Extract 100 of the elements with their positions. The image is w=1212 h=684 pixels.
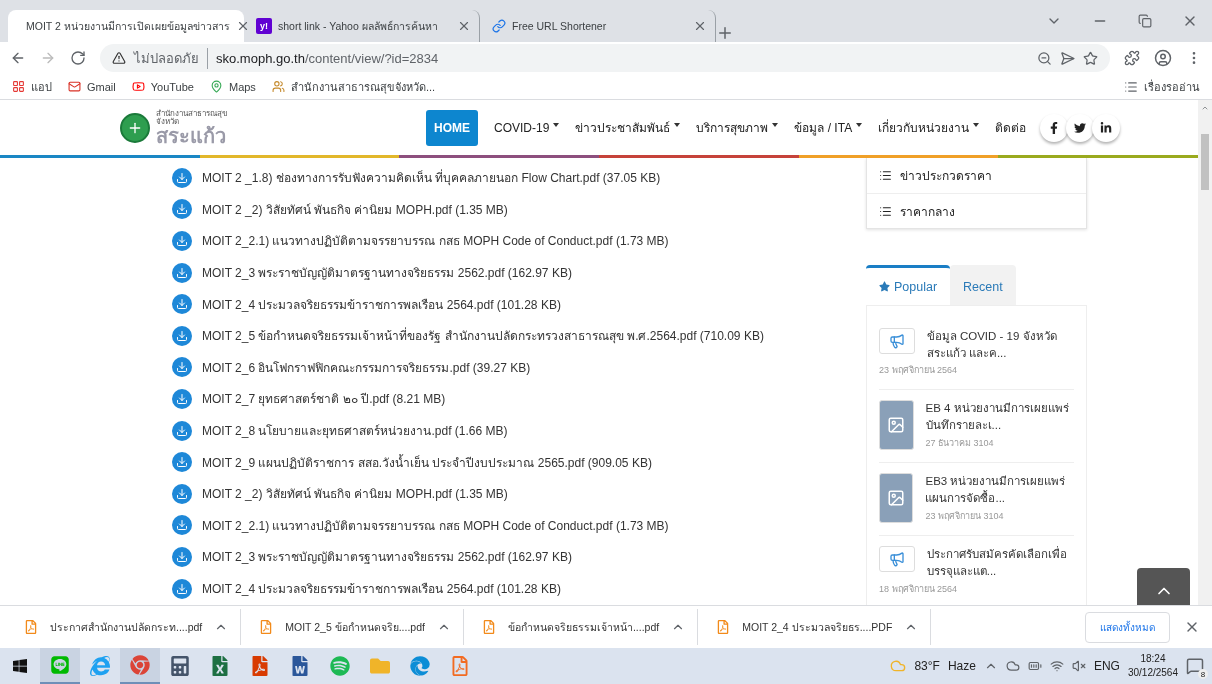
file-link[interactable]: MOIT 2_2.1) แนวทางปฏิบัติตามจรรยาบรรณ กสธ MOPH Code of Conduct.pdf (1.73 MB)	[202, 231, 669, 251]
file-link[interactable]: MOIT 2_6 อินโฟกราฟฟิกคณะกรรมการจริยธรรม.pdf (39.27 KB)	[202, 357, 531, 377]
pdf-file-icon	[716, 620, 731, 634]
file-link[interactable]: MOIT 2 _2) วิสัยทัศน์ พันธกิจ ค่านิยม MOPH.pdf (1.35 MB)	[202, 199, 508, 219]
bookmark-link[interactable]: YouTube	[150, 80, 194, 93]
notification-icon[interactable]	[1186, 657, 1204, 675]
download-icon	[172, 262, 192, 283]
start-icon[interactable]	[12, 658, 28, 674]
widget-tab[interactable]: Recent	[950, 265, 1016, 305]
download-icon	[172, 515, 192, 536]
nav-link[interactable]: บริการสุขภาพ	[696, 118, 779, 137]
new-tab-icon[interactable]	[716, 24, 734, 42]
list-icon	[879, 169, 892, 182]
bookmark-link[interactable]: Maps	[228, 80, 256, 93]
pdf-file-icon	[24, 620, 38, 634]
megaphone-icon	[879, 328, 915, 354]
file-link[interactable]: MOIT 2_8 นโยบายและยุทธศาสตร์หน่วยงาน.pdf (1.66 MB)	[202, 421, 508, 441]
bird-icon[interactable]	[1066, 113, 1095, 142]
notification-count: 8	[1198, 669, 1208, 679]
language-text[interactable]: ENG	[1093, 659, 1120, 673]
post-title[interactable]: EB 4 หน่วยงานมีการเผยแพร่บันทึกรายละเ...	[925, 400, 1074, 434]
post-title[interactable]: ข้อมูล COVID - 19 จังหวัดสระแก้ว และค...	[926, 328, 1074, 362]
zoom-out-icon[interactable]	[1037, 50, 1052, 66]
nav-link[interactable]: COVID-19	[494, 120, 560, 135]
show-all-button[interactable]: แสดงทั้งหมด	[1085, 611, 1170, 643]
map-pin-icon	[209, 80, 223, 93]
address-bar[interactable]: ไม่ปลอดภัย sko.moph.go.th/content/view/?id=2834	[100, 44, 1110, 72]
download-icon	[172, 546, 192, 567]
cloud-icon[interactable]	[1005, 659, 1020, 673]
nav-link[interactable]: ข่าวประชาสัมพันธ์	[575, 118, 681, 137]
download-item[interactable]: MOIT 2_4 ประมวลจริยธร....PDF	[708, 609, 932, 645]
clock[interactable]: 18:24 30/12/2564	[1127, 652, 1178, 680]
download-item[interactable]: ข้อกำหนดจริยธรรมเจ้าหน้า....pdf	[473, 609, 699, 645]
download-item[interactable]: ประกาศสำนักงานปลัดกระท....pdf	[16, 609, 242, 645]
restore-icon[interactable]	[1138, 13, 1152, 29]
file-link[interactable]: MOIT 2_3 พระราชบัญญัติมาตรฐานทางจริยธรรม 2562.pdf (162.97 KB)	[202, 547, 572, 567]
file-link[interactable]: MOIT 2_4 ประมวลจริยธรรมข้าราชการพลเรือน 2564.pdf (101.28 KB)	[202, 579, 561, 598]
wifi-icon[interactable]	[1049, 659, 1064, 673]
file-link[interactable]: MOIT 2_4 ประมวลจริยธรรมข้าราชการพลเรือน 2564.pdf (101.28 KB)	[202, 294, 561, 314]
post-title[interactable]: ประกาศรับสมัครคัดเลือกเพื่อบรรจุและแต...	[926, 546, 1074, 580]
file-link[interactable]: MOIT 2_2.1) แนวทางปฏิบัติตามจรรยาบรรณ กสธ MOPH Code of Conduct.pdf (1.73 MB)	[202, 515, 669, 535]
sidebar-link[interactable]: ข่าวประกวดราคา	[900, 166, 992, 185]
music-app-icon	[330, 656, 350, 676]
mute-icon[interactable]	[1071, 659, 1086, 673]
user-icon[interactable]	[1154, 49, 1172, 67]
send-icon[interactable]	[1060, 50, 1075, 66]
url-text: sko.moph.go.th/content/view/?id=2834	[216, 50, 439, 66]
file-link[interactable]: MOIT 2_5 ข้อกำหนดจริยธรรมเจ้าหน้าที่ของรัฐ สำนักงานปลัดกระทรวงสาธารณสุข พ.ศ.2564.pdf (710.09 KB)	[202, 326, 764, 346]
close-icon[interactable]	[693, 19, 707, 33]
scroll-up-icon[interactable]	[1201, 104, 1209, 112]
file-link[interactable]: MOIT 2_7 ยุทธศาสตร์ชาติ ๒๐ ปี.pdf (8.21 MB)	[202, 389, 446, 409]
download-icon	[172, 231, 192, 251]
scrollbar[interactable]	[1198, 100, 1212, 605]
scroll-thumb[interactable]	[1201, 134, 1209, 190]
nav-link[interactable]: HOME	[426, 109, 478, 146]
nav-link[interactable]: ข้อมูล / ITA	[794, 118, 863, 137]
puzzle-icon[interactable]	[1124, 50, 1140, 66]
file-link[interactable]: MOIT 2_9 แผนปฏิบัติราชการ สสอ.วังน้ำเย็น ประจำปีงบประมาณ 2565.pdf (909.05 KB)	[202, 452, 652, 472]
emblem-icon	[120, 112, 150, 143]
spreadsheet-icon	[210, 656, 230, 676]
sidebar-link[interactable]: ราคากลาง	[900, 201, 955, 221]
file-link[interactable]: MOIT 2_3 พระราชบัญญัติมาตรฐานทางจริยธรรม 2562.pdf (162.97 KB)	[202, 263, 572, 283]
facebook-icon[interactable]	[1040, 113, 1069, 142]
browser-tab[interactable]: MOIT 2 หน่วยงานมีการเปิดเผยข้อมูลข่าวสาร	[8, 10, 244, 42]
post-title[interactable]: EB3 หน่วยงานมีการเผยแพร่แผนการจัดซื้อ...	[925, 473, 1074, 507]
site-logo: y!	[256, 18, 272, 34]
photo-placeholder	[879, 400, 914, 451]
bookmark-link[interactable]: Gmail	[87, 80, 116, 93]
document-icon	[290, 656, 310, 676]
download-icon	[172, 483, 192, 504]
download-icon	[172, 294, 192, 315]
download-item[interactable]: MOIT 2_5 ข้อกำหนดจริย....pdf	[251, 609, 464, 645]
pdf-file-icon	[259, 620, 274, 634]
taskbar-button[interactable]	[120, 648, 160, 684]
people-icon	[271, 80, 285, 93]
download-icon	[172, 420, 192, 441]
star-icon[interactable]	[1083, 50, 1098, 66]
nav-link[interactable]: ติดต่อ	[995, 118, 1027, 137]
calculator-icon	[170, 656, 190, 676]
reading-list-link[interactable]: เรื่องรออ่าน	[1144, 77, 1200, 96]
reload-icon[interactable]	[70, 50, 86, 66]
linkedin-icon[interactable]	[1092, 113, 1121, 142]
post-date: 18 พฤศจิกายน 2564	[879, 582, 958, 596]
bookmark-link[interactable]: สำนักงานสาธารณสุขจังหวัด...	[290, 77, 436, 96]
nav-link[interactable]: เกี่ยวกับหน่วยงาน	[878, 118, 980, 137]
post-date: 23 พฤศจิกายน 2564	[879, 364, 958, 378]
close-icon[interactable]	[457, 19, 471, 33]
battery-icon[interactable]	[1027, 659, 1042, 673]
back-icon[interactable]	[10, 50, 26, 66]
pdf-file-icon	[481, 620, 496, 634]
chat-app-icon	[50, 655, 70, 675]
download-icon	[172, 199, 192, 220]
list-icon	[1124, 79, 1138, 94]
bookmark-link[interactable]: แอป	[31, 77, 52, 96]
list-icon	[879, 204, 892, 218]
warning-icon	[112, 51, 126, 65]
post-date: 27 ธันวาคม 3104	[925, 436, 994, 450]
weather-icon	[890, 658, 907, 674]
file-link[interactable]: MOIT 2 _1.8) ช่องทางการรับฟังความคิดเห็น ที่บุคคลภายนอก Flow Chart.pdf (37.05 KB)	[202, 168, 661, 188]
file-link[interactable]: MOIT 2 _2) วิสัยทัศน์ พันธกิจ ค่านิยม MOPH.pdf (1.35 MB)	[202, 484, 508, 504]
